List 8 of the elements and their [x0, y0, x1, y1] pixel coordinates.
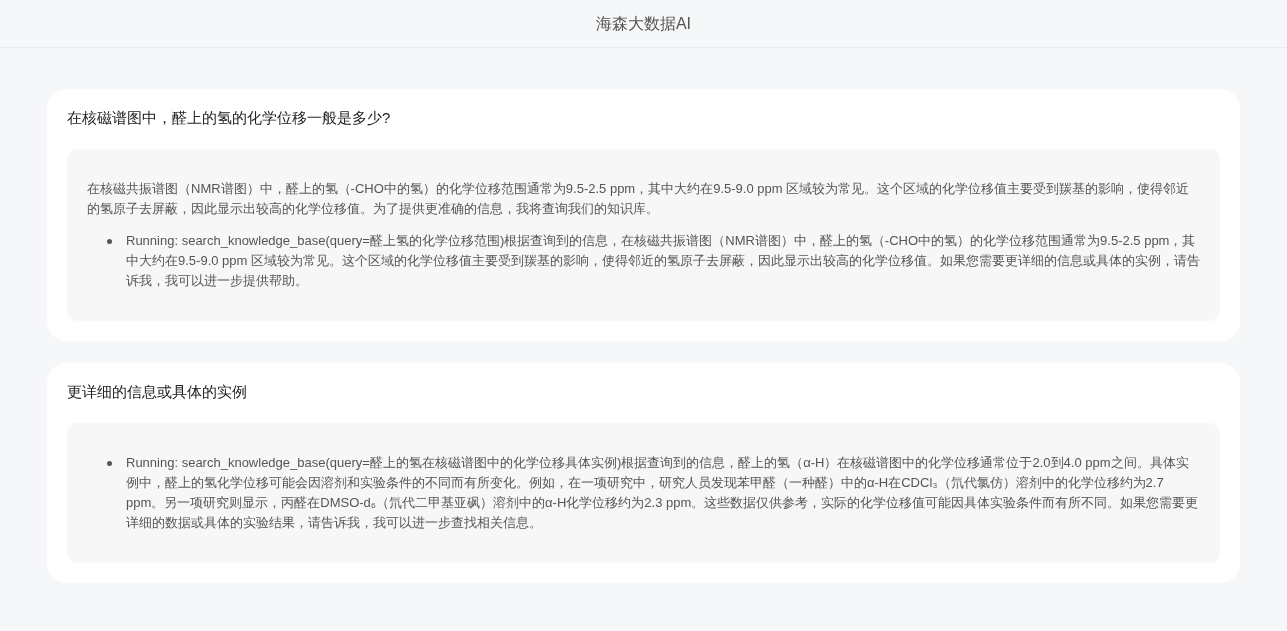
answer-list-item: Running: search_knowledge_base(query=醛上氢的化学位移范围)根据查询到的信息，在核磁共振谱图（NMR谱图）中，醛上的氢（-CHO中的氢）的化学位移范围通常为9.5-2.5 ppm，其中大约在9.5-9.0 ppm 区域较为常见。这个区域的化学位移值主要受到羰基的影响，使得邻近的氢原子去屏蔽，因此显示出较高的化学位移值。如果您需要更详细的信息或具体的实例，请告诉我，我可以进一步提供帮助。	[126, 232, 1200, 290]
bullet-icon	[107, 239, 112, 244]
app-title: 海森大数据AI	[595, 13, 692, 34]
answer-list-item: Running: search_knowledge_base(query=醛上的氢在核磁谱图中的化学位移具体实例)根据查询到的信息，醛上的氢（α-H）在核磁谱图中的化学位移通常位于2.0到4.0 ppm之间。具体实例中，醛上的氢化学位移可能会因溶剂和实验条件的不同而有所变化。例如，在一项研究中，研究人员发现苯甲醛（一种醛）中的α-H在CDCl₃（氘代氯仿）溶剂中的化学位移约为2.7 ppm。另一项研究则显示，丙醛在DMSO-d₆（氘代二甲基亚砜）溶剂中的α-H化学位移约为2.3 ppm。这些数据仅供参考，实际的化学位移值可能因具体实验条件而有所不同。如果您需要更详细的数据或具体的实验结果，请告诉我，我可以进一步查找相关信息。	[126, 454, 1200, 532]
bullet-icon	[107, 461, 112, 466]
answer-paragraph: 在核磁共振谱图（NMR谱图）中，醛上的氢（-CHO中的氢）的化学位移范围通常为9.5-2.5 ppm，其中大约在9.5-9.0 ppm 区域较为常见。这个区域的化学位移值主要受到羰基的影响，使得邻近的氢原子去屏蔽，因此显示出较高的化学位移值。为了提供更准确的信息，我将查询我们的知识库。	[87, 180, 1191, 218]
question-text: 在核磁谱图中，醛上的氢的化学位移一般是多少?	[67, 108, 392, 128]
question-text: 更详细的信息或具体的实例	[67, 382, 248, 402]
